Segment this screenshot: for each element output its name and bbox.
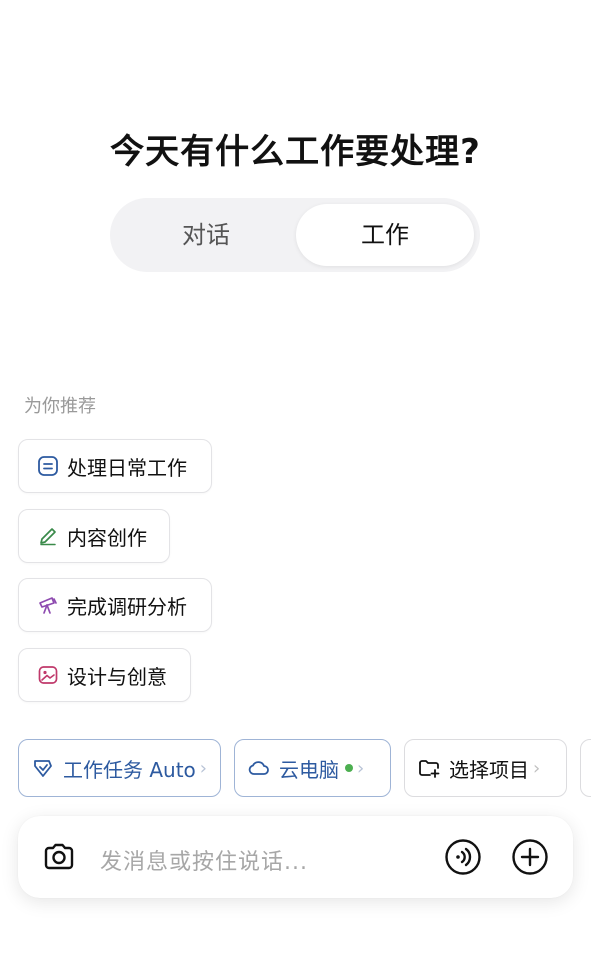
chevron-right-icon: › xyxy=(199,757,207,779)
task-mode-label: 工作任务 Auto xyxy=(63,757,196,782)
recommend-label: 为你推荐 xyxy=(24,396,96,417)
work-task-mode-button[interactable]: 工作任务 Auto › xyxy=(18,739,221,797)
message-input[interactable]: 发消息或按住说话... xyxy=(100,844,308,876)
status-dot xyxy=(345,764,353,772)
suggestion-label: 完成调研分析 xyxy=(67,594,187,619)
suggestion-design[interactable]: 设计与创意 xyxy=(18,648,191,702)
tab-work[interactable]: 工作 xyxy=(296,204,474,266)
more-tools-button[interactable] xyxy=(580,739,591,797)
pen-icon xyxy=(37,525,59,547)
suggestion-daily-work[interactable]: 处理日常工作 xyxy=(18,439,212,493)
suggestion-label: 内容创作 xyxy=(67,525,147,550)
cloud-icon xyxy=(247,756,271,780)
telescope-icon xyxy=(37,594,59,616)
mode-toggle: 对话 工作 xyxy=(110,198,480,272)
list-icon xyxy=(37,455,59,477)
page-title: 今天有什么工作要处理? xyxy=(110,132,481,172)
suggestion-research[interactable]: 完成调研分析 xyxy=(18,578,212,632)
select-project-label: 选择项目 xyxy=(449,757,529,782)
suggestion-label: 设计与创意 xyxy=(67,664,167,689)
chevron-right-icon: › xyxy=(533,757,541,779)
select-project-button[interactable]: 选择项目 › xyxy=(404,739,567,797)
message-composer: 发消息或按住说话... xyxy=(18,816,573,898)
cloud-pc-button[interactable]: 云电脑 › xyxy=(234,739,391,797)
camera-icon[interactable] xyxy=(40,838,78,876)
voice-icon[interactable] xyxy=(444,838,482,876)
chevron-right-icon: › xyxy=(357,757,365,779)
add-icon[interactable] xyxy=(511,838,549,876)
image-icon xyxy=(37,664,59,686)
cloud-pc-label: 云电脑 xyxy=(279,757,339,782)
folder-add-icon xyxy=(417,756,441,780)
suggestion-content-creation[interactable]: 内容创作 xyxy=(18,509,170,563)
suggestion-label: 处理日常工作 xyxy=(67,455,187,480)
tab-chat[interactable]: 对话 xyxy=(118,204,294,266)
task-tag-icon xyxy=(31,756,55,780)
